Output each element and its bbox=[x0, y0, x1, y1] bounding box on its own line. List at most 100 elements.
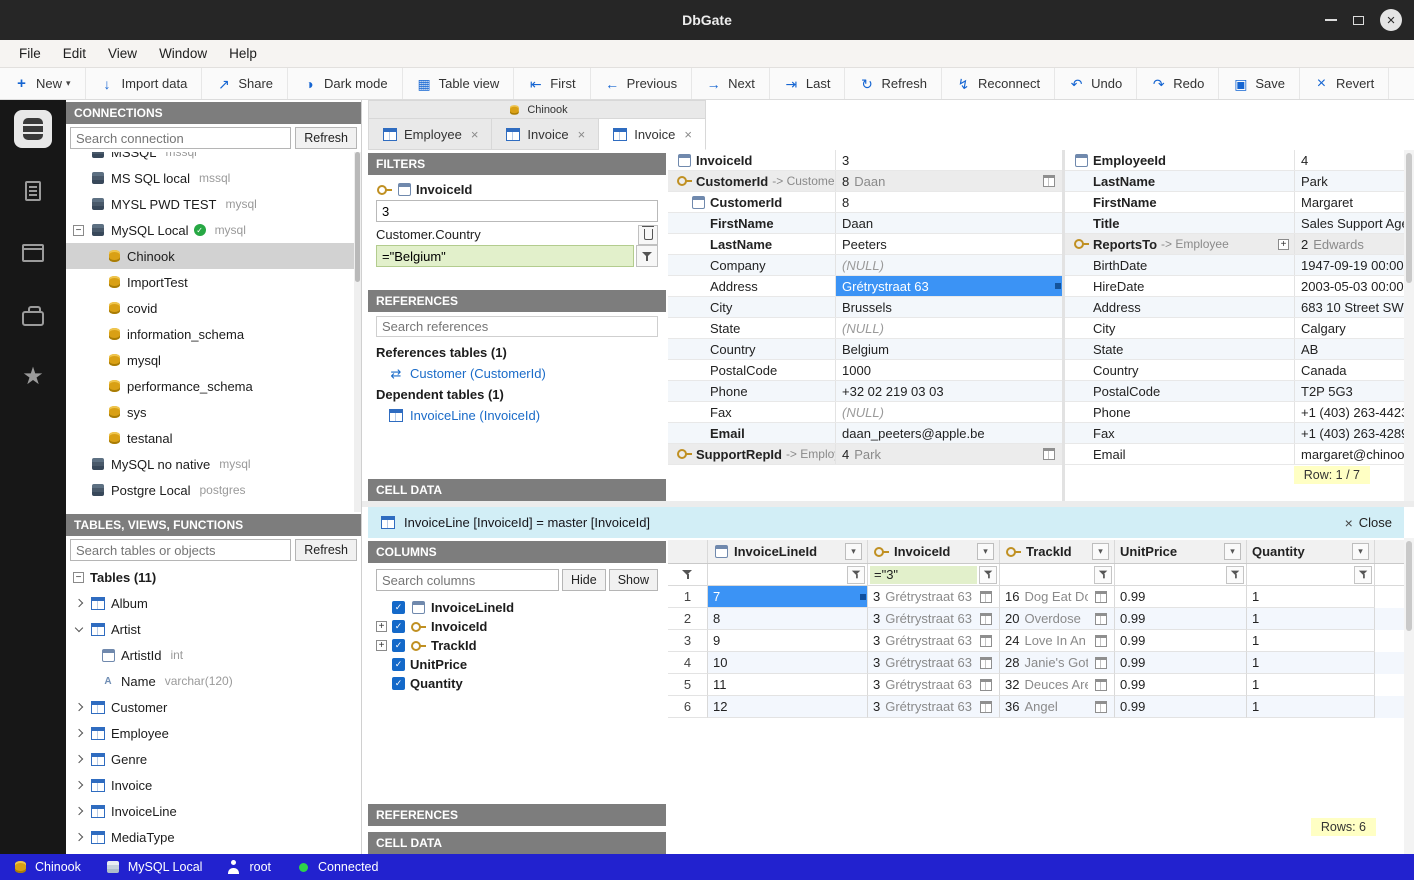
tab-close-icon[interactable] bbox=[578, 127, 586, 142]
cell-quantity[interactable]: 1 bbox=[1247, 630, 1375, 652]
column-menu-button[interactable] bbox=[1224, 543, 1241, 560]
column-filter-value[interactable] bbox=[1249, 566, 1352, 584]
form-field-value[interactable]: (NULL) bbox=[836, 255, 1062, 275]
filter-menu-button[interactable] bbox=[1094, 566, 1112, 584]
connection-item[interactable]: sys bbox=[66, 399, 361, 425]
open-record-icon[interactable] bbox=[978, 656, 994, 670]
form-field-value[interactable]: AB bbox=[1295, 339, 1404, 359]
form-field-value[interactable]: 3 bbox=[836, 150, 1062, 170]
menu-item[interactable]: Help bbox=[218, 46, 268, 61]
reference-link[interactable]: Customer (CustomerId) bbox=[376, 363, 658, 384]
form-field-value[interactable]: Brussels bbox=[836, 297, 1062, 317]
column-list-item[interactable]: UnitPrice bbox=[373, 655, 661, 674]
reference-close-button[interactable]: Close bbox=[1345, 515, 1392, 531]
row-number[interactable]: 6 bbox=[668, 696, 708, 718]
form-field-value[interactable]: 8 Daan bbox=[836, 171, 1062, 191]
tab[interactable]: Invoice bbox=[599, 118, 706, 150]
maximize-icon[interactable] bbox=[1353, 16, 1364, 25]
cell-unitprice[interactable]: 0.99 bbox=[1115, 586, 1247, 608]
show-column-button[interactable]: Show bbox=[609, 569, 658, 591]
tree-gutter[interactable] bbox=[72, 600, 85, 606]
connection-item[interactable]: covid bbox=[66, 295, 361, 321]
tree-gutter[interactable] bbox=[72, 627, 85, 631]
connection-item[interactable]: testanal bbox=[66, 425, 361, 451]
column-menu-button[interactable] bbox=[1092, 543, 1109, 560]
form-field-value[interactable]: Calgary bbox=[1295, 318, 1404, 338]
table-tree-item[interactable]: Album bbox=[66, 590, 361, 616]
tree-gutter[interactable] bbox=[72, 704, 85, 710]
connections-scrollbar[interactable] bbox=[354, 152, 361, 512]
rail-favorites-button[interactable]: ★ bbox=[14, 358, 52, 396]
cell-unitprice[interactable]: 0.99 bbox=[1115, 652, 1247, 674]
column-filter-value[interactable]: ="3" bbox=[870, 566, 977, 584]
filter-country-input[interactable] bbox=[376, 245, 634, 267]
chevron-icon[interactable] bbox=[74, 781, 82, 789]
toolbar-button[interactable]: Next bbox=[692, 68, 770, 99]
cell-trackid[interactable]: 36Angel bbox=[1000, 696, 1115, 718]
chevron-icon[interactable] bbox=[74, 755, 82, 763]
search-connection-input[interactable] bbox=[70, 127, 291, 149]
column-filter-cell[interactable]: ="3" bbox=[868, 564, 1000, 585]
grid-column-header[interactable]: TrackId bbox=[1000, 540, 1115, 563]
cell-invoicelineid[interactable]: 11 bbox=[708, 674, 868, 696]
dependent-link[interactable]: InvoiceLine (InvoiceId) bbox=[376, 405, 658, 426]
connection-item[interactable]: MySQL no native mysql bbox=[66, 451, 361, 477]
column-list-item[interactable]: InvoiceLineId bbox=[373, 598, 661, 617]
statusbar-item[interactable]: root bbox=[226, 860, 271, 874]
tree-gutter[interactable] bbox=[72, 808, 85, 814]
expand-toggle-icon[interactable] bbox=[376, 621, 387, 632]
table-tree-item[interactable]: Customer bbox=[66, 694, 361, 720]
open-record-icon[interactable] bbox=[1093, 634, 1109, 648]
rail-archive-button[interactable] bbox=[14, 234, 52, 272]
cell-trackid[interactable]: 32Deuces Are Wild bbox=[1000, 674, 1115, 696]
column-filter-cell[interactable] bbox=[1115, 564, 1247, 585]
toolbar-button[interactable]: Share bbox=[202, 68, 288, 99]
form-field-value[interactable]: +1 (403) 263-4423 bbox=[1295, 402, 1404, 422]
cell-invoiceid[interactable]: 3Grétrystraat 63 bbox=[868, 630, 1000, 652]
toolbar-button[interactable]: Last bbox=[770, 68, 846, 99]
tree-gutter[interactable] bbox=[72, 730, 85, 736]
toolbar-button[interactable]: Save bbox=[1219, 68, 1300, 99]
form-field-value[interactable]: 4 bbox=[1295, 150, 1404, 170]
column-filter-cell[interactable] bbox=[708, 564, 868, 585]
column-filter-value[interactable] bbox=[1117, 566, 1224, 584]
form-field-value[interactable]: Peeters bbox=[836, 234, 1062, 254]
column-filter-value[interactable] bbox=[710, 566, 845, 584]
cell-unitprice[interactable]: 0.99 bbox=[1115, 674, 1247, 696]
cell-unitprice[interactable]: 0.99 bbox=[1115, 696, 1247, 718]
statusbar-item[interactable]: MySQL Local bbox=[105, 860, 203, 874]
column-filter-value[interactable] bbox=[1002, 566, 1092, 584]
menu-item[interactable]: View bbox=[97, 46, 148, 61]
search-references-input[interactable] bbox=[376, 316, 658, 337]
row-number[interactable]: 1 bbox=[668, 586, 708, 608]
form-field-value[interactable]: Margaret bbox=[1295, 192, 1404, 212]
expand-toggle-icon[interactable] bbox=[1278, 239, 1289, 250]
cell-unitprice[interactable]: 0.99 bbox=[1115, 630, 1247, 652]
cell-invoiceid[interactable]: 3Grétrystraat 63 bbox=[868, 674, 1000, 696]
cell-invoicelineid[interactable]: 8 bbox=[708, 608, 868, 630]
table-tree-item[interactable]: Genre bbox=[66, 746, 361, 772]
row-number[interactable]: 2 bbox=[668, 608, 708, 630]
cell-trackid[interactable]: 28Janie's Got A Gun bbox=[1000, 652, 1115, 674]
toolbar-button[interactable]: Import data bbox=[86, 68, 203, 99]
toolbar-button[interactable]: Undo bbox=[1055, 68, 1137, 99]
form-field-value[interactable]: +1 (403) 263-4289 bbox=[1295, 423, 1404, 443]
column-menu-button[interactable] bbox=[977, 543, 994, 560]
column-checkbox[interactable] bbox=[392, 620, 405, 633]
toolbar-button[interactable]: Previous bbox=[591, 68, 693, 99]
tree-gutter[interactable] bbox=[72, 756, 85, 762]
column-list-item[interactable]: InvoiceId bbox=[373, 617, 661, 636]
column-menu-button[interactable] bbox=[1352, 543, 1369, 560]
form-field-value[interactable]: Canada bbox=[1295, 360, 1404, 380]
grid-column-header[interactable]: InvoiceLineId bbox=[708, 540, 868, 563]
tab-close-icon[interactable] bbox=[684, 127, 692, 142]
statusbar-item[interactable]: Connected bbox=[295, 860, 378, 874]
open-record-icon[interactable] bbox=[1093, 590, 1109, 604]
table-tree-item[interactable]: Invoice bbox=[66, 772, 361, 798]
open-record-icon[interactable] bbox=[1093, 678, 1109, 692]
connections-refresh-button[interactable]: Refresh bbox=[295, 127, 357, 149]
filter-menu-button[interactable] bbox=[847, 566, 865, 584]
search-tables-input[interactable] bbox=[70, 539, 291, 561]
filter-invoiceid-input[interactable] bbox=[376, 200, 658, 222]
toolbar-button[interactable]: Redo bbox=[1137, 68, 1219, 99]
